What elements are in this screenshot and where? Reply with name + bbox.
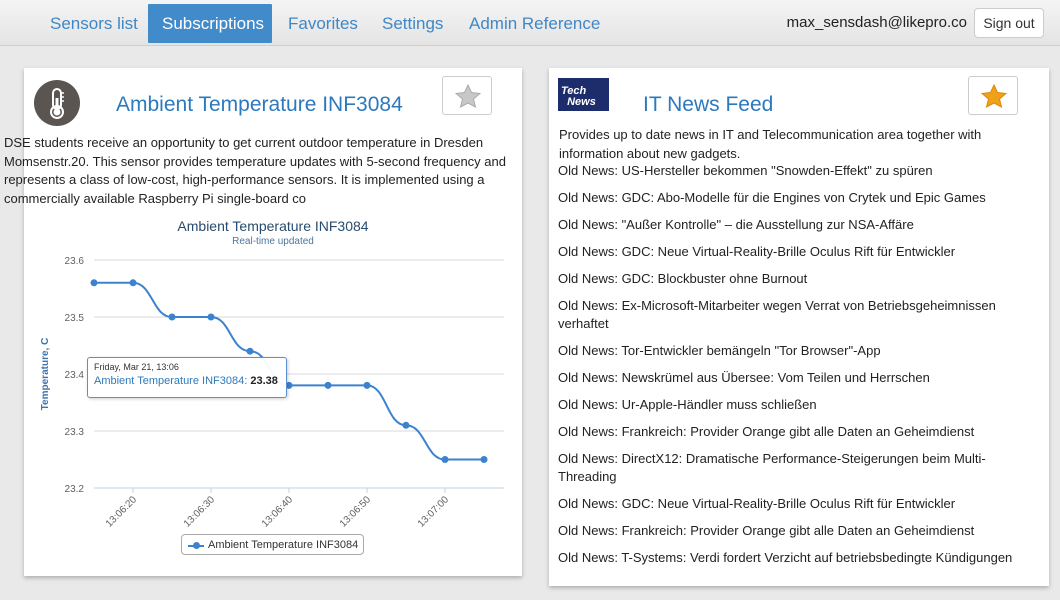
news-item[interactable]: Old News: Newskrümel aus Übersee: Vom Te…: [558, 369, 1028, 387]
x-tick-label: 13:06:50: [338, 494, 374, 528]
star-empty-icon: [455, 84, 481, 108]
news-item[interactable]: Old News: GDC: Abo-Modelle für die Engin…: [558, 189, 1028, 207]
data-point: [246, 347, 254, 355]
star-filled-icon: [981, 84, 1007, 108]
nav-subscriptions[interactable]: Subscriptions: [148, 4, 272, 43]
tooltip-value: 23.38: [250, 375, 278, 387]
favorite-toggle-button[interactable]: [442, 76, 492, 115]
news-item[interactable]: Old News: GDC: Neue Virtual-Reality-Bril…: [558, 243, 1028, 261]
y-tick-label: 23.2: [65, 484, 85, 495]
nav-admin-reference[interactable]: Admin Reference: [455, 4, 614, 43]
tooltip-date: Friday, Mar 21, 13:06: [94, 362, 179, 372]
news-item[interactable]: Old News: Frankreich: Provider Orange gi…: [558, 423, 1028, 441]
news-item[interactable]: Old News: T-Systems: Verdi fordert Verzi…: [558, 549, 1028, 567]
user-email: max_sensdash@likepro.co: [786, 14, 967, 31]
data-point: [441, 456, 449, 463]
favorite-toggle-button[interactable]: [968, 76, 1018, 115]
x-tick-label: 13:07:00: [416, 494, 452, 528]
news-item[interactable]: Old News: GDC: Blockbuster ohne Burnout: [558, 270, 1028, 288]
chart-legend[interactable]: Ambient Temperature INF3084: [181, 534, 364, 555]
tooltip-line: Ambient Temperature INF3084: 23.38: [94, 375, 278, 387]
data-point: [324, 381, 332, 389]
data-point: [363, 381, 371, 389]
data-point: [90, 279, 98, 287]
x-tick-label: 13:06:40: [260, 494, 296, 528]
chart-tooltip: Friday, Mar 21, 13:06 Ambient Temperatur…: [87, 357, 287, 398]
news-description: Provides up to date news in IT and Telec…: [559, 127, 982, 161]
chart-title: Ambient Temperature INF3084: [177, 218, 369, 234]
y-tick-label: 23.3: [65, 427, 85, 438]
x-tick-label: 13:06:30: [182, 494, 218, 528]
news-item[interactable]: Old News: US-Hersteller bekommen "Snowde…: [558, 162, 1028, 180]
sign-out-button[interactable]: Sign out: [974, 8, 1044, 38]
nav-settings[interactable]: Settings: [368, 4, 457, 43]
news-item[interactable]: Old News: "Außer Kontrolle" – die Ausste…: [558, 216, 1028, 234]
legend-marker: [193, 542, 200, 549]
y-tick-label: 23.4: [65, 370, 85, 381]
news-item[interactable]: Old News: Tor-Entwickler bemängeln "Tor …: [558, 342, 1028, 360]
news-item[interactable]: Old News: Ex-Microsoft-Mitarbeiter wegen…: [558, 297, 1028, 333]
tooltip-series: Ambient Temperature INF3084: [94, 375, 245, 387]
news-title[interactable]: IT News Feed: [643, 93, 773, 117]
legend-label: Ambient Temperature INF3084: [208, 539, 359, 551]
data-point: [129, 279, 137, 287]
data-point: [480, 456, 488, 463]
news-item[interactable]: Old News: Ur-Apple-Händler muss schließe…: [558, 396, 1028, 414]
news-item[interactable]: Old News: Frankreich: Provider Orange gi…: [558, 522, 1028, 540]
y-tick-label: 23.5: [65, 313, 85, 324]
news-item[interactable]: Old News: DirectX12: Dramatische Perform…: [558, 450, 1028, 486]
data-point: [402, 421, 410, 429]
top-navbar: Sensors list Subscriptions Favorites Set…: [0, 0, 1060, 46]
data-point: [168, 313, 176, 321]
technews-logo: Tech News: [558, 78, 609, 111]
sensor-title[interactable]: Ambient Temperature INF3084: [116, 93, 403, 117]
x-tick-label: 13:06:20: [104, 494, 140, 528]
nav-favorites[interactable]: Favorites: [274, 4, 372, 43]
news-item[interactable]: Old News: GDC: Neue Virtual-Reality-Bril…: [558, 495, 1028, 513]
chart-subtitle: Real-time updated: [232, 236, 314, 247]
thermometer-icon: [34, 80, 80, 126]
nav-sensors-list[interactable]: Sensors list: [36, 4, 152, 43]
data-point: [207, 313, 215, 321]
y-axis-label: Temperature, C: [40, 338, 51, 411]
y-tick-label: 23.6: [65, 256, 85, 267]
news-card: Tech News IT News Feed Provides up to da…: [549, 68, 1049, 586]
sensor-card: Ambient Temperature INF3084 DSE students…: [4, 68, 522, 576]
